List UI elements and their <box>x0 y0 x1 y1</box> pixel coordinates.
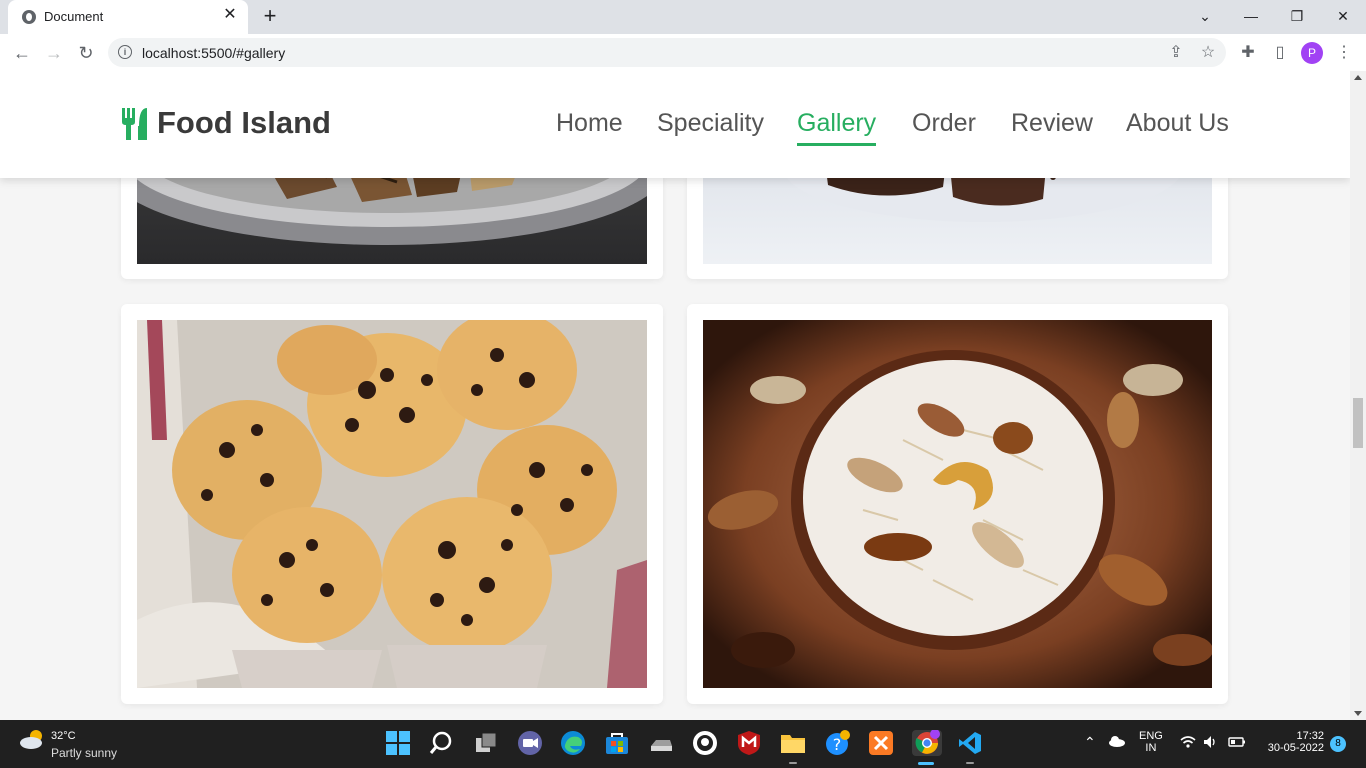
help-icon[interactable]: ? <box>824 730 850 756</box>
share-icon[interactable]: ⇪ <box>1166 43 1186 63</box>
clock[interactable]: 17:32 30-05-2022 <box>1258 730 1324 754</box>
scroll-down-arrow[interactable] <box>1354 711 1362 716</box>
gallery-card <box>121 304 663 704</box>
show-hidden-icons-chevron-icon[interactable]: ⌃ <box>1084 734 1096 751</box>
nav-speciality[interactable]: Speciality <box>657 109 764 138</box>
close-window-button[interactable]: ✕ <box>1329 4 1357 28</box>
microsoft-store-icon[interactable] <box>604 730 630 756</box>
forward-button[interactable]: → <box>41 40 67 66</box>
extensions-icon[interactable]: ✚ <box>1237 42 1259 64</box>
language-code: ENG <box>1139 730 1163 742</box>
browser-tab[interactable]: Document ✕ <box>8 0 248 34</box>
file-explorer-icon[interactable] <box>780 730 806 756</box>
onedrive-icon[interactable] <box>1108 735 1126 750</box>
vermicelli-kheer-photo[interactable] <box>703 320 1212 688</box>
github-desktop-icon[interactable] <box>692 730 718 756</box>
chrome-icon[interactable] <box>912 729 942 756</box>
nav-review[interactable]: Review <box>1011 109 1093 138</box>
windows-taskbar: 32°C Partly sunny ? ⌃ ENG IN 17:32 30-05… <box>0 720 1366 768</box>
nav-order[interactable]: Order <box>912 109 976 138</box>
browser-toolbar: ← → ↻ i localhost:5500/#gallery ⇪ ☆ ✚ ▯ … <box>0 34 1366 72</box>
weather-widget[interactable]: 32°C Partly sunny <box>18 728 117 760</box>
drive-icon[interactable] <box>648 730 674 756</box>
start-button[interactable] <box>385 730 411 756</box>
site-info-icon[interactable]: i <box>118 45 132 59</box>
chocolate-chip-muffins-photo[interactable] <box>137 320 647 688</box>
browser-tab-strip: Document ✕ + ⌄ — ❐ ✕ <box>0 0 1366 34</box>
brand-name: Food Island <box>157 105 331 140</box>
tab-title: Document <box>44 9 104 24</box>
nav-about-us[interactable]: About Us <box>1126 109 1229 138</box>
running-app-indicator <box>789 762 797 764</box>
weather-temp: 32°C <box>51 730 76 742</box>
mcafee-icon[interactable] <box>736 730 762 756</box>
globe-icon <box>22 10 36 24</box>
battery-icon[interactable] <box>1228 736 1246 751</box>
back-button[interactable]: ← <box>9 40 35 66</box>
xampp-icon[interactable] <box>868 730 894 756</box>
task-view-icon[interactable] <box>473 730 499 756</box>
page-viewport: Food Island Home Speciality Gallery Orde… <box>0 71 1350 720</box>
edge-browser-icon[interactable] <box>560 730 586 756</box>
new-tab-button[interactable]: + <box>258 5 282 29</box>
notification-badge[interactable]: 8 <box>1330 736 1346 752</box>
volume-icon[interactable] <box>1203 735 1219 752</box>
site-logo[interactable]: Food Island <box>121 105 331 141</box>
running-app-indicator <box>966 762 974 764</box>
page-scrollbar[interactable] <box>1350 71 1366 720</box>
restore-button[interactable]: ❐ <box>1283 4 1311 28</box>
utensils-icon <box>121 106 149 140</box>
scrollbar-thumb[interactable] <box>1353 398 1363 448</box>
partly-sunny-icon <box>20 730 42 749</box>
language-indicator[interactable]: ENG IN <box>1139 730 1163 754</box>
minimize-button[interactable]: — <box>1237 4 1265 28</box>
site-header: Food Island Home Speciality Gallery Orde… <box>0 71 1350 178</box>
browser-menu-icon[interactable]: ⋮ <box>1333 42 1355 64</box>
nav-home[interactable]: Home <box>556 109 623 138</box>
side-panel-icon[interactable]: ▯ <box>1269 42 1291 64</box>
weather-condition: Partly sunny <box>51 746 118 760</box>
scroll-up-arrow[interactable] <box>1354 75 1362 80</box>
clock-time: 17:32 <box>1296 730 1324 742</box>
bookmark-star-icon[interactable]: ☆ <box>1198 43 1218 63</box>
reload-button[interactable]: ↻ <box>73 40 99 66</box>
gallery-card <box>687 304 1228 704</box>
search-icon[interactable] <box>428 730 454 756</box>
vscode-icon[interactable] <box>957 730 983 756</box>
profile-avatar[interactable]: P <box>1301 42 1323 64</box>
close-tab-icon[interactable]: ✕ <box>222 7 238 23</box>
address-bar[interactable]: i localhost:5500/#gallery ⇪ ☆ <box>108 38 1226 67</box>
clock-date: 30-05-2022 <box>1267 742 1324 754</box>
teams-chat-icon[interactable] <box>517 730 543 756</box>
active-app-indicator <box>918 762 934 765</box>
language-region: IN <box>1145 742 1157 754</box>
url-text: localhost:5500/#gallery <box>142 45 286 61</box>
tab-search-icon[interactable]: ⌄ <box>1191 4 1219 28</box>
svg-text:?: ? <box>833 735 842 754</box>
nav-gallery[interactable]: Gallery <box>797 109 877 146</box>
wifi-icon[interactable] <box>1180 735 1196 752</box>
